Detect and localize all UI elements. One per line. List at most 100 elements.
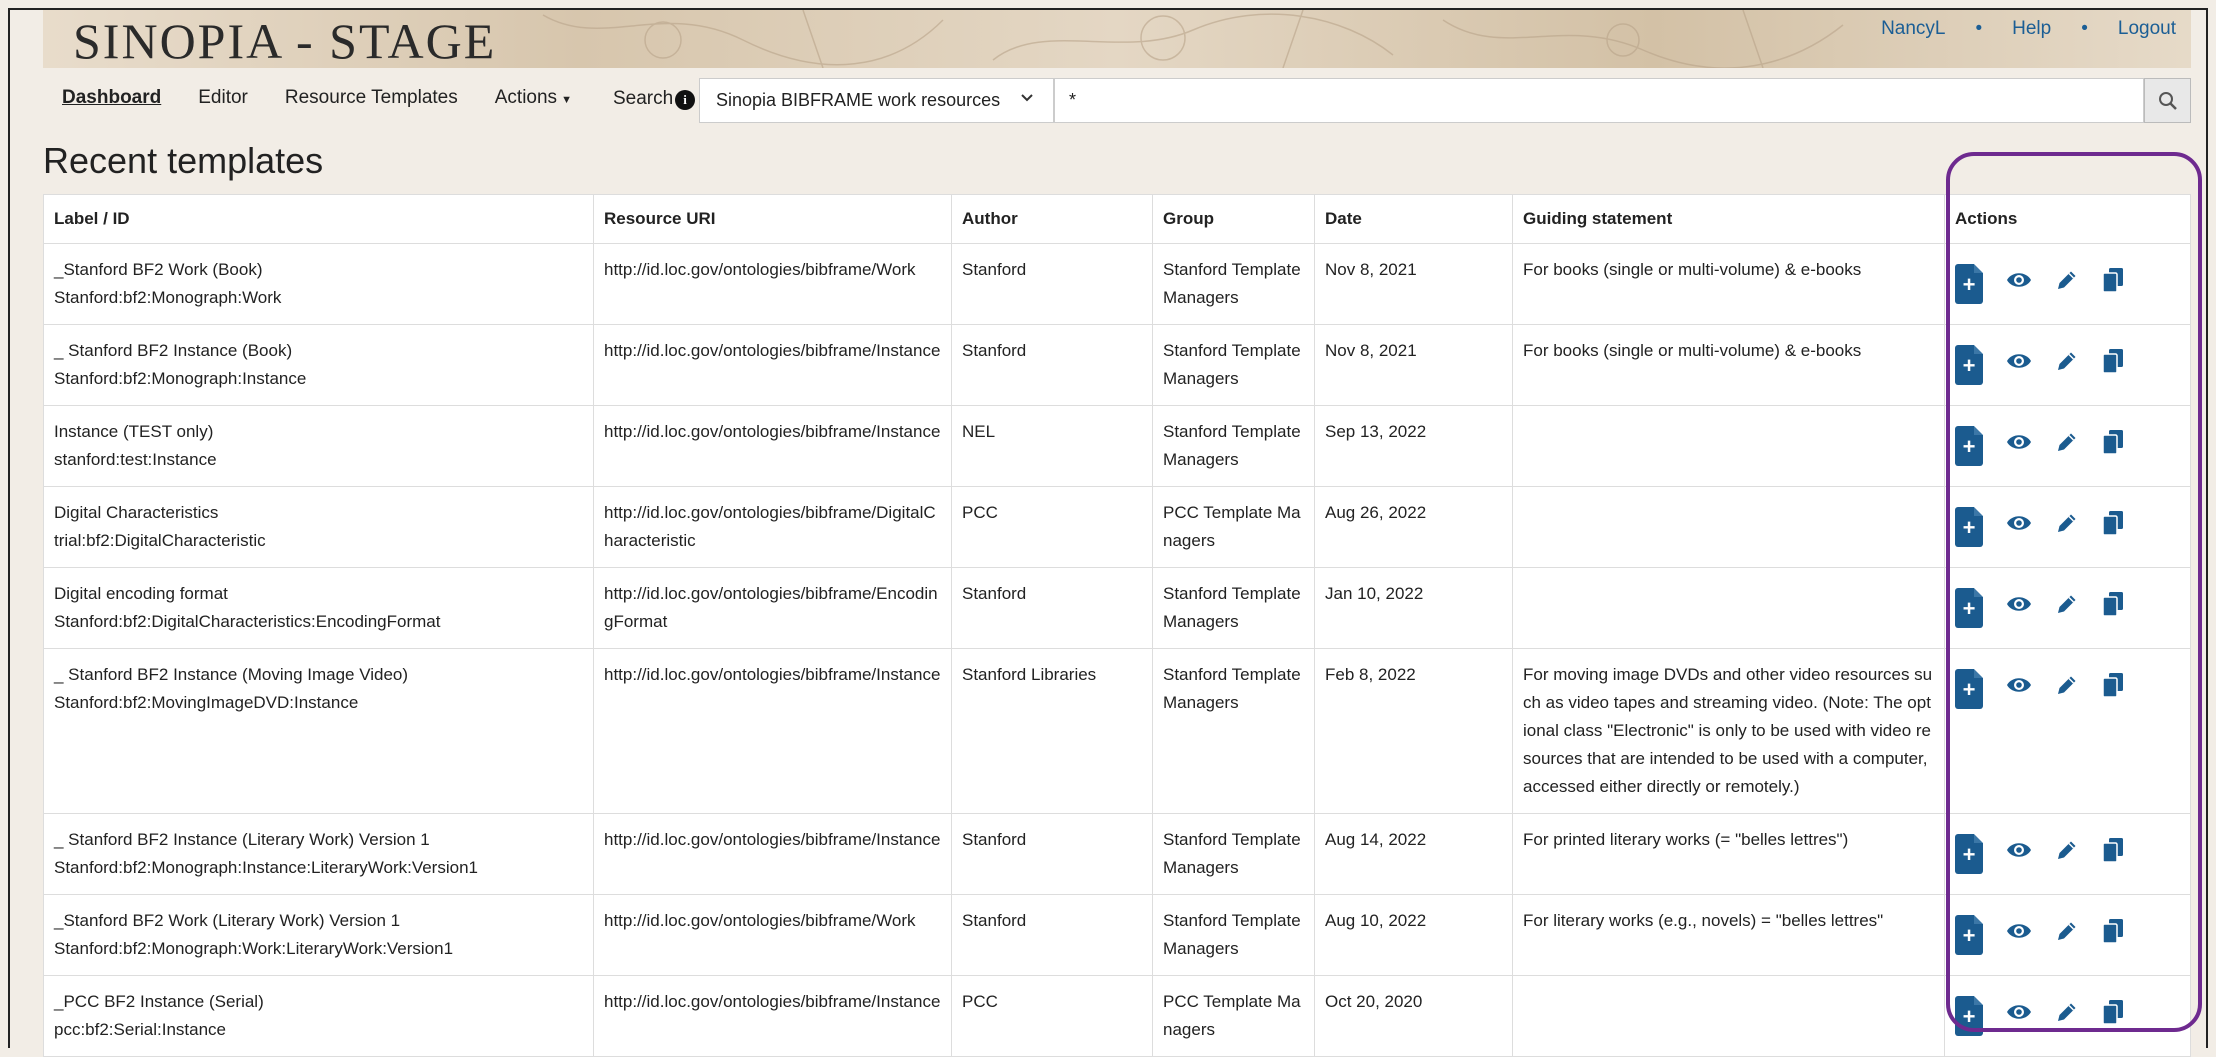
edit-button[interactable] xyxy=(2055,511,2079,544)
view-button[interactable] xyxy=(2006,840,2032,869)
new-resource-button[interactable]: + xyxy=(1955,345,1983,385)
new-resource-button[interactable]: + xyxy=(1955,588,1983,628)
column-header-author[interactable]: Author xyxy=(951,194,1153,244)
edit-button[interactable] xyxy=(2055,673,2079,706)
column-header-actions: Actions xyxy=(1944,194,2191,244)
search-input[interactable]: * xyxy=(1054,78,2144,123)
column-header-uri[interactable]: Resource URI xyxy=(593,194,952,244)
column-header-label[interactable]: Label / ID xyxy=(43,194,594,244)
copy-button[interactable] xyxy=(2102,672,2124,707)
edit-button[interactable] xyxy=(2055,838,2079,871)
copy-button[interactable] xyxy=(2102,918,2124,953)
template-label: Digital encoding format xyxy=(54,584,228,603)
new-resource-icon: + xyxy=(1962,353,1976,378)
copy-button[interactable] xyxy=(2102,267,2124,302)
copy-button[interactable] xyxy=(2102,348,2124,383)
user-menu: NancyL • Help • Logout xyxy=(1881,18,2176,40)
edit-button[interactable] xyxy=(2055,430,2079,463)
new-resource-icon: + xyxy=(1962,1004,1976,1029)
view-button[interactable] xyxy=(2006,1002,2032,1031)
edit-button[interactable] xyxy=(2055,349,2079,382)
copy-icon xyxy=(2102,429,2124,464)
cell-author: NEL xyxy=(951,405,1153,487)
cell-date: Nov 8, 2021 xyxy=(1314,243,1513,325)
new-resource-button[interactable]: + xyxy=(1955,507,1983,547)
edit-button[interactable] xyxy=(2055,268,2079,301)
column-header-group[interactable]: Group xyxy=(1152,194,1315,244)
new-resource-button[interactable]: + xyxy=(1955,915,1983,955)
edit-button[interactable] xyxy=(2055,592,2079,625)
cell-author: Stanford xyxy=(951,324,1153,406)
cell-guiding-statement xyxy=(1512,486,1945,568)
cell-resource-uri: http://id.loc.gov/ontologies/bibframe/En… xyxy=(593,567,952,649)
cell-guiding-statement xyxy=(1512,405,1945,487)
cell-group: Stanford Template Managers xyxy=(1152,813,1315,895)
view-button[interactable] xyxy=(2006,513,2032,542)
edit-icon xyxy=(2055,673,2079,706)
copy-button[interactable] xyxy=(2102,510,2124,545)
edit-icon xyxy=(2055,511,2079,544)
edit-button[interactable] xyxy=(2055,1000,2079,1033)
copy-button[interactable] xyxy=(2102,429,2124,464)
cell-author: Stanford Libraries xyxy=(951,648,1153,814)
template-label: Digital Characteristics xyxy=(54,503,219,522)
view-icon xyxy=(2006,840,2032,869)
new-resource-button[interactable]: + xyxy=(1955,669,1983,709)
view-icon xyxy=(2006,351,2032,380)
nav-editor[interactable]: Editor xyxy=(198,87,248,109)
new-resource-button[interactable]: + xyxy=(1955,834,1983,874)
cell-actions: + xyxy=(1944,324,2191,406)
separator: • xyxy=(2081,18,2088,39)
cell-actions: + xyxy=(1944,648,2191,814)
view-icon xyxy=(2006,921,2032,950)
template-label: _ Stanford BF2 Instance (Literary Work) … xyxy=(54,830,430,849)
template-id: Stanford:bf2:Monograph:Work xyxy=(54,288,282,307)
copy-button[interactable] xyxy=(2102,591,2124,626)
new-resource-button[interactable]: + xyxy=(1955,426,1983,466)
view-button[interactable] xyxy=(2006,675,2032,704)
view-button[interactable] xyxy=(2006,270,2032,299)
cell-guiding-statement: For books (single or multi-volume) & e-b… xyxy=(1512,324,1945,406)
cell-author: Stanford xyxy=(951,567,1153,649)
column-header-date[interactable]: Date xyxy=(1314,194,1513,244)
copy-icon xyxy=(2102,510,2124,545)
edit-icon xyxy=(2055,838,2079,871)
template-id: Stanford:bf2:Monograph:Work:LiteraryWork… xyxy=(54,939,454,958)
template-label: _ Stanford BF2 Instance (Moving Image Vi… xyxy=(54,665,409,684)
help-link[interactable]: Help xyxy=(2012,18,2051,40)
view-icon xyxy=(2006,675,2032,704)
copy-button[interactable] xyxy=(2102,999,2124,1034)
copy-icon xyxy=(2102,348,2124,383)
search-button[interactable] xyxy=(2144,78,2191,123)
nav-actions-dropdown[interactable]: Actions ▼ xyxy=(495,87,572,109)
cell-label-id: _ Stanford BF2 Instance (Moving Image Vi… xyxy=(43,648,594,814)
cell-guiding-statement: For literary works (e.g., novels) = "bel… xyxy=(1512,894,1945,976)
logout-link[interactable]: Logout xyxy=(2118,18,2176,40)
cell-label-id: _ Stanford BF2 Instance (Literary Work) … xyxy=(43,813,594,895)
user-link-name[interactable]: NancyL xyxy=(1881,18,1945,40)
template-label: _PCC BF2 Instance (Serial) xyxy=(54,992,264,1011)
info-icon[interactable]: i xyxy=(675,90,695,110)
new-resource-button[interactable]: + xyxy=(1955,264,1983,304)
cell-guiding-statement xyxy=(1512,567,1945,649)
search-source-value: Sinopia BIBFRAME work resources xyxy=(716,90,1001,110)
template-label: Instance (TEST only) xyxy=(54,422,214,441)
nav-dashboard[interactable]: Dashboard xyxy=(62,87,161,109)
edit-button[interactable] xyxy=(2055,919,2079,952)
column-header-guiding-statement[interactable]: Guiding statement xyxy=(1512,194,1945,244)
nav-actions-label: Actions xyxy=(494,87,558,108)
copy-icon xyxy=(2102,267,2124,302)
nav-resource-templates[interactable]: Resource Templates xyxy=(285,87,458,109)
cell-resource-uri: http://id.loc.gov/ontologies/bibframe/Wo… xyxy=(593,243,952,325)
view-button[interactable] xyxy=(2006,432,2032,461)
cell-label-id: _Stanford BF2 Work (Book) Stanford:bf2:M… xyxy=(43,243,594,325)
new-resource-button[interactable]: + xyxy=(1955,996,1983,1036)
copy-button[interactable] xyxy=(2102,837,2124,872)
cell-author: PCC xyxy=(951,975,1153,1057)
view-button[interactable] xyxy=(2006,921,2032,950)
cell-date: Nov 8, 2021 xyxy=(1314,324,1513,406)
template-id: pcc:bf2:Serial:Instance xyxy=(54,1020,226,1039)
view-button[interactable] xyxy=(2006,351,2032,380)
search-source-select[interactable]: Sinopia BIBFRAME work resources xyxy=(699,78,1054,123)
view-button[interactable] xyxy=(2006,594,2032,623)
